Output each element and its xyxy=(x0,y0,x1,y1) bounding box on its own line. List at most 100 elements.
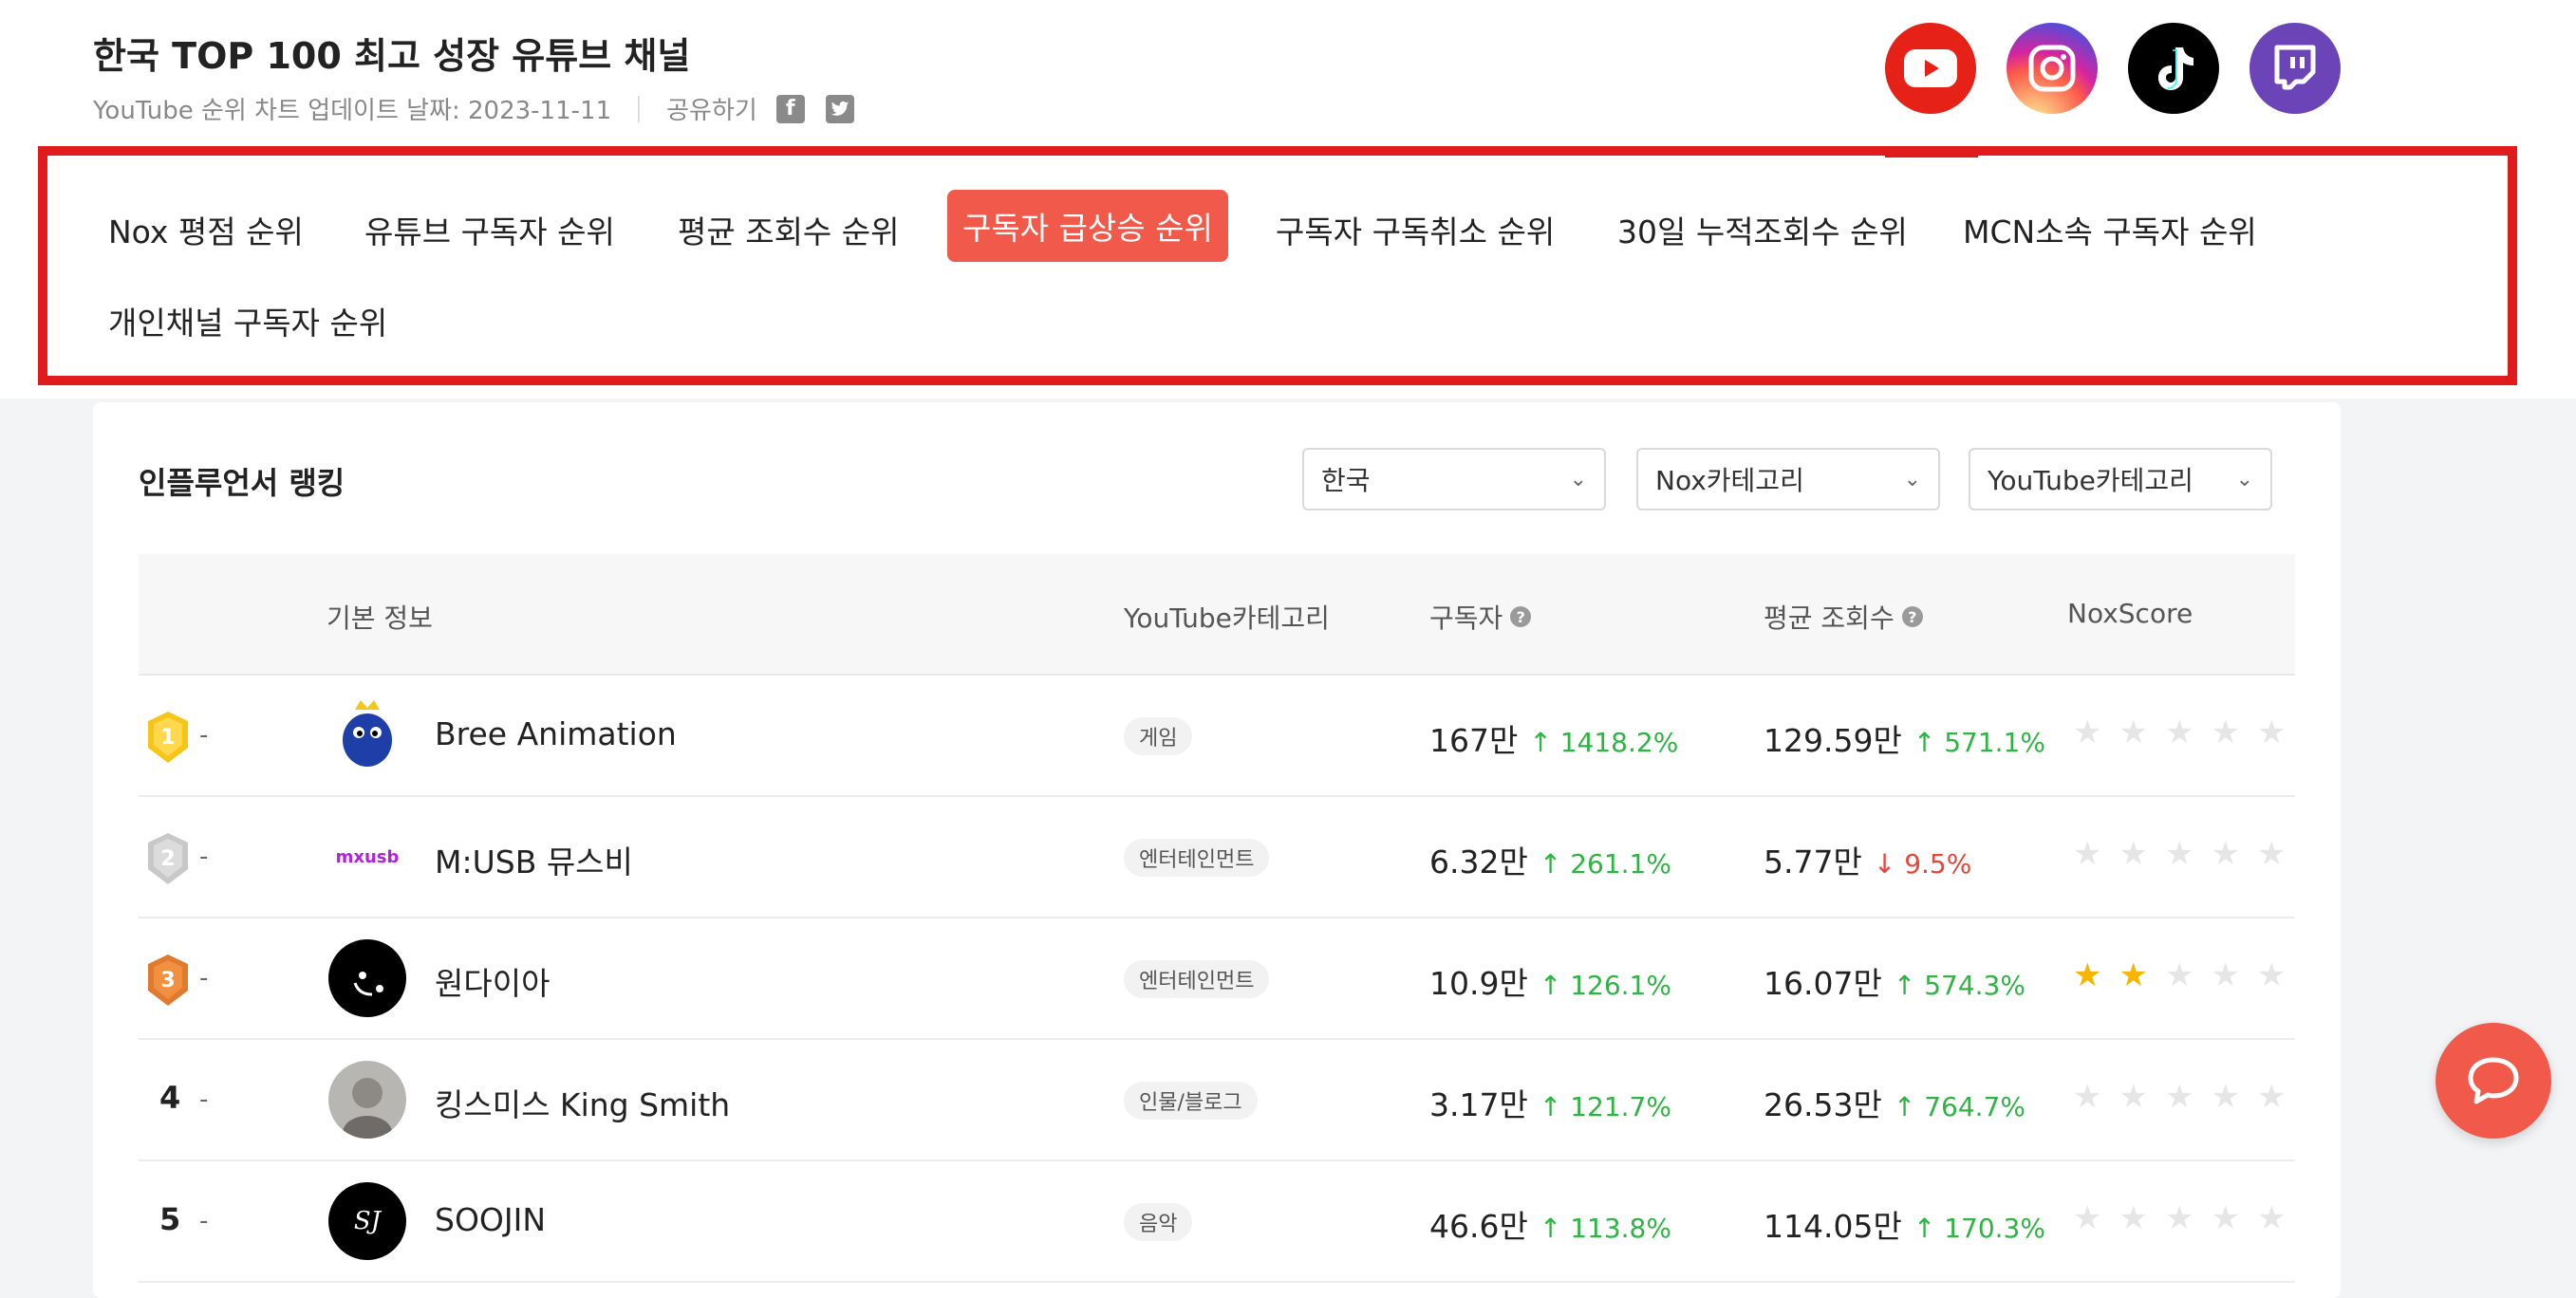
subs-change: ↑ 113.8% xyxy=(1539,1213,1671,1244)
avatar[interactable] xyxy=(328,939,406,1017)
divider xyxy=(638,95,641,122)
table-row[interactable]: 5 - SJ SOOJIN 음악 46.6만 ↑ 113.8% 114.05만 … xyxy=(139,1161,2295,1283)
subs-value: 6.32만 xyxy=(1429,844,1528,881)
views-change: ↑ 574.3% xyxy=(1893,970,2025,1001)
active-indicator xyxy=(1885,148,1978,158)
category-badge: 게임 xyxy=(1124,717,1193,755)
tab-unsubscribe-rank[interactable]: 구독자 구독취소 순위 xyxy=(1260,194,1570,266)
tiktok-icon[interactable] xyxy=(2128,23,2219,114)
country-select[interactable]: 한국 ⌄ xyxy=(1302,448,1606,510)
table-row[interactable]: 3 - 원다이아 엔터테인먼트 10.9만 ↑ 126.1% 16.07만 ↑ … xyxy=(139,918,2295,1040)
star-icon: ★ xyxy=(2073,1199,2102,1237)
channel-name[interactable]: 킹스미스 King Smith xyxy=(435,1080,730,1125)
nox-category-value: Nox카테고리 xyxy=(1655,465,1804,496)
col-avg-views[interactable]: 평균 조회수 ? xyxy=(1764,598,1923,636)
tab-personal-channel-rank[interactable]: 개인채널 구독자 순위 xyxy=(93,285,402,357)
category-badge: 음악 xyxy=(1124,1203,1193,1241)
subscriber-count: 167만 ↑ 1418.2% xyxy=(1429,715,1678,761)
avatar[interactable]: mxusb xyxy=(328,818,406,896)
views-change: ↑ 170.3% xyxy=(1913,1213,2045,1244)
views-change: ↓ 9.5% xyxy=(1873,848,1972,880)
avatar[interactable] xyxy=(328,696,406,774)
star-icon: ★ xyxy=(2211,1199,2240,1237)
gold-medal-icon: 1 xyxy=(148,712,188,763)
views-value: 16.07만 xyxy=(1764,965,1882,1002)
col-basic-info: 기본 정보 xyxy=(327,603,433,634)
subs-value: 46.6만 xyxy=(1429,1208,1528,1245)
tab-subscriber-rank[interactable]: 유튜브 구독자 순위 xyxy=(349,194,630,266)
instagram-icon[interactable] xyxy=(2007,23,2098,114)
subs-change: ↑ 261.1% xyxy=(1539,848,1671,880)
col-subscribers[interactable]: 구독자 ? xyxy=(1429,598,1532,636)
facebook-icon[interactable]: f xyxy=(775,94,805,123)
table-row[interactable]: 1 - Bree Animation 게임 167만 ↑ 1418.2% 129… xyxy=(139,676,2295,797)
tab-nox-score-rank[interactable]: Nox 평점 순위 xyxy=(93,194,319,266)
table-row[interactable]: 2 - mxusb M:USB 뮤스비 엔터테인먼트 6.32만 ↑ 261.1… xyxy=(139,797,2295,918)
table-header: 기본 정보 YouTube카테고리 구독자 ? 평균 조회수 ? NoxScor… xyxy=(139,554,2295,676)
svg-text:1: 1 xyxy=(160,726,175,750)
avg-views: 129.59만 ↑ 571.1% xyxy=(1764,715,2045,761)
nox-category-select[interactable]: Nox카테고리 ⌄ xyxy=(1636,448,1940,510)
ranking-card: 인플루언서 랭킹 한국 ⌄ Nox카테고리 ⌄ YouTube카테고리 ⌄ 기본… xyxy=(93,402,2341,1298)
tab-30day-views-rank[interactable]: 30일 누적조회수 순위 xyxy=(1602,194,1923,266)
youtube-category-select[interactable]: YouTube카테고리 ⌄ xyxy=(1969,448,2272,510)
page-title: 한국 TOP 100 최고 성장 유튜브 채널 xyxy=(93,35,691,77)
star-icon: ★ xyxy=(2164,956,2194,994)
channel-name[interactable]: Bree Animation xyxy=(435,715,677,752)
twitch-icon[interactable] xyxy=(2249,23,2341,114)
chat-icon[interactable] xyxy=(2436,1023,2551,1139)
col-youtube-category: YouTube카테고리 xyxy=(1124,603,1330,634)
twitter-icon[interactable] xyxy=(825,94,854,123)
nox-score-stars: ★ ★ ★ ★ ★ xyxy=(2073,956,2286,994)
star-icon: ★ xyxy=(2211,956,2240,994)
star-icon: ★ xyxy=(2073,1078,2102,1116)
rank-number: 4 xyxy=(159,1080,181,1116)
channel-name[interactable]: SOOJIN xyxy=(435,1201,546,1238)
help-icon[interactable]: ? xyxy=(1901,606,1923,627)
star-icon: ★ xyxy=(2256,835,2287,873)
help-icon[interactable]: ? xyxy=(1510,606,1532,627)
star-icon: ★ xyxy=(2256,956,2287,994)
tab-avg-views-rank[interactable]: 평균 조회수 순위 xyxy=(663,194,915,266)
svg-text:2: 2 xyxy=(160,847,175,871)
col-noxscore: NoxScore xyxy=(2067,598,2193,629)
star-icon: ★ xyxy=(2211,714,2240,751)
channel-name[interactable]: 원다이아 xyxy=(435,958,550,1004)
category-badge: 엔터테인먼트 xyxy=(1124,839,1270,877)
rank-change: - xyxy=(199,1207,209,1235)
chevron-down-icon: ⌄ xyxy=(2235,467,2253,491)
update-subline: YouTube 순위 차트 업데이트 날짜: 2023-11-11 공유하기 f xyxy=(93,91,854,126)
ranking-title: 인플루언서 랭킹 xyxy=(139,465,345,501)
star-icon: ★ xyxy=(2164,1199,2194,1237)
subs-value: 3.17만 xyxy=(1429,1086,1528,1123)
views-value: 114.05만 xyxy=(1764,1208,1902,1245)
col-avg-views-label: 평균 조회수 xyxy=(1764,603,1895,634)
youtube-category-value: YouTube카테고리 xyxy=(1988,465,2193,496)
nox-score-stars: ★ ★ ★ ★ ★ xyxy=(2073,1078,2286,1116)
channel-name[interactable]: M:USB 뮤스비 xyxy=(435,837,633,882)
star-icon: ★ xyxy=(2256,714,2287,751)
star-icon: ★ xyxy=(2119,956,2148,994)
ranking-tab-nav xyxy=(38,146,2517,385)
star-icon: ★ xyxy=(2073,956,2102,994)
subs-value: 167만 xyxy=(1429,722,1519,759)
tab-subscriber-growth-rank[interactable]: 구독자 급상승 순위 xyxy=(947,190,1228,262)
star-icon: ★ xyxy=(2119,835,2148,873)
avatar-logo-text: SJ xyxy=(353,1207,382,1235)
youtube-icon[interactable] xyxy=(1885,23,1976,114)
avatar[interactable] xyxy=(328,1061,406,1139)
rank-change: - xyxy=(199,843,209,871)
star-icon: ★ xyxy=(2073,714,2102,751)
nox-score-stars: ★ ★ ★ ★ ★ xyxy=(2073,714,2286,751)
chevron-down-icon: ⌄ xyxy=(1569,467,1587,491)
subs-value: 10.9만 xyxy=(1429,965,1528,1002)
subs-change: ↑ 1418.2% xyxy=(1529,727,1679,758)
avatar-logo-text: mxusb xyxy=(335,846,400,867)
table-row[interactable]: 4 - 킹스미스 King Smith 인물/블로그 3.17만 ↑ 121.7… xyxy=(139,1040,2295,1161)
avatar[interactable]: SJ xyxy=(328,1182,406,1260)
star-icon: ★ xyxy=(2164,1078,2194,1116)
tab-mcn-rank[interactable]: MCN소속 구독자 순위 xyxy=(1948,194,2272,266)
rank-change: - xyxy=(199,1085,209,1114)
rank-change: - xyxy=(199,721,209,750)
nox-score-stars: ★ ★ ★ ★ ★ xyxy=(2073,835,2286,873)
